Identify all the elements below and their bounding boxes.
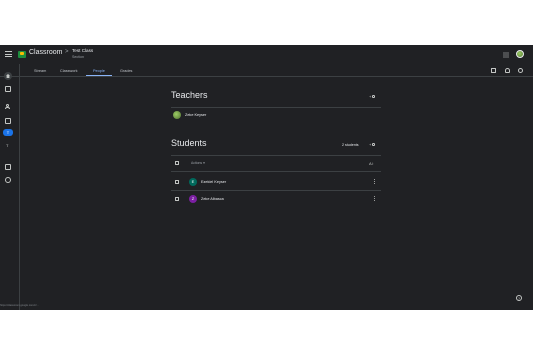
- teaching-icon[interactable]: [5, 104, 11, 110]
- review-folder-icon[interactable]: [5, 118, 11, 124]
- tab-grades[interactable]: Grades: [120, 69, 132, 73]
- student-avatar: Z: [189, 195, 197, 203]
- navigation-rail: T T: [0, 64, 20, 310]
- student-name: Ezekiel Keyser: [201, 180, 227, 184]
- home-icon[interactable]: [4, 72, 12, 80]
- help-icon[interactable]: ?: [516, 295, 522, 301]
- app-name[interactable]: Classroom: [29, 49, 62, 56]
- invite-teachers-icon[interactable]: [369, 94, 376, 100]
- student-count: 2 students: [342, 143, 359, 147]
- teacher-row[interactable]: Zeke Keyser: [173, 110, 206, 120]
- student-more-options-icon[interactable]: [374, 179, 376, 185]
- breadcrumb-separator: >: [65, 49, 69, 55]
- teacher-name: Zeke Keyser: [185, 113, 207, 117]
- archived-classes-icon[interactable]: [5, 164, 11, 170]
- student-avatar: E: [189, 178, 197, 186]
- student-checkbox[interactable]: [175, 180, 179, 184]
- actions-divider: [171, 171, 381, 172]
- actions-dropdown[interactable]: Actions ▾: [191, 161, 205, 165]
- student-checkbox[interactable]: [175, 197, 179, 201]
- student-divider: [171, 190, 381, 191]
- google-apps-icon[interactable]: [503, 52, 509, 58]
- class-name[interactable]: Test Class: [72, 48, 93, 53]
- rail-class-item[interactable]: T: [3, 129, 13, 136]
- teachers-divider: [171, 107, 381, 108]
- sort-icon[interactable]: A↕: [369, 161, 374, 166]
- student-row[interactable]: E Ezekiel Keyser: [189, 177, 226, 187]
- classroom-logo-icon[interactable]: [18, 51, 26, 58]
- class-section: Section: [72, 55, 84, 59]
- class-settings-icon[interactable]: [518, 68, 523, 73]
- settings-icon[interactable]: [5, 177, 11, 183]
- calendar-icon[interactable]: [491, 68, 496, 73]
- student-row[interactable]: Z Zeke Albasca: [189, 194, 224, 204]
- class-tabs: Stream Classwork People Grades: [0, 64, 533, 77]
- student-more-options-icon[interactable]: [374, 196, 376, 202]
- invite-students-icon[interactable]: [369, 142, 376, 148]
- chevron-down-icon: ▾: [203, 161, 205, 165]
- select-all-checkbox[interactable]: [175, 161, 179, 165]
- top-header: Classroom > Test Class Section: [0, 45, 533, 64]
- student-name: Zeke Albasca: [201, 197, 224, 201]
- account-avatar[interactable]: [516, 50, 524, 58]
- students-divider: [171, 155, 381, 156]
- actions-label: Actions: [191, 161, 203, 165]
- main-menu-icon[interactable]: [5, 51, 12, 57]
- teachers-heading: Teachers: [171, 90, 208, 100]
- rail-class-item-2[interactable]: T: [6, 143, 8, 148]
- classroom-app: Classroom > Test Class Section Stream Cl…: [0, 45, 533, 310]
- students-heading: Students: [171, 138, 207, 148]
- tab-classwork[interactable]: Classwork: [60, 69, 78, 73]
- active-tab-indicator: [86, 75, 112, 76]
- status-bar-url: https://classroom.google.com/c/...: [0, 304, 39, 307]
- tab-people[interactable]: People: [93, 69, 105, 73]
- teacher-avatar: [173, 111, 181, 119]
- drive-folder-icon[interactable]: [505, 68, 510, 73]
- calendar-nav-icon[interactable]: [5, 86, 11, 92]
- tab-stream[interactable]: Stream: [34, 69, 46, 73]
